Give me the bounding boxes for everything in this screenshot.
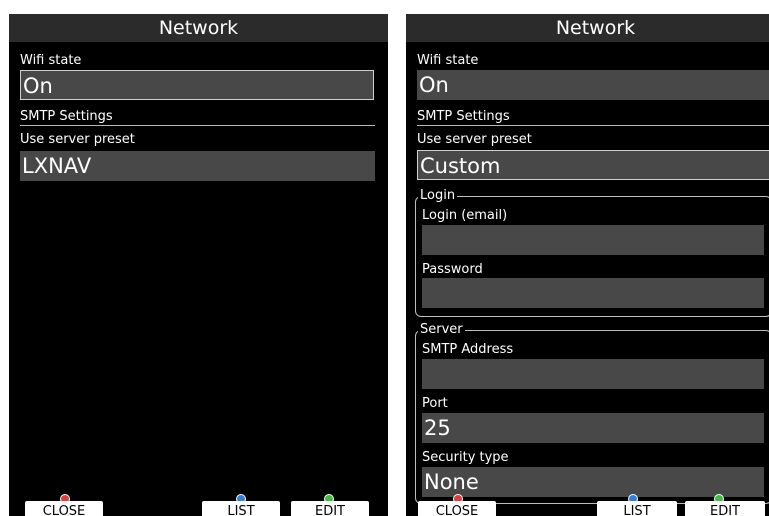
port-label: Port bbox=[422, 396, 448, 411]
smtp-address-label: SMTP Address bbox=[422, 342, 514, 357]
page-title: Network bbox=[158, 17, 239, 39]
edit-button[interactable]: EDIT bbox=[685, 501, 765, 516]
close-button[interactable]: CLOSE bbox=[418, 501, 496, 516]
wifi-state-label: Wifi state bbox=[417, 53, 479, 68]
divider bbox=[417, 125, 769, 126]
smtp-settings-label: SMTP Settings bbox=[20, 109, 113, 124]
server-group-title: Server bbox=[418, 322, 465, 337]
login-group-title: Login bbox=[418, 188, 458, 203]
password-field[interactable] bbox=[422, 278, 764, 308]
login-email-label: Login (email) bbox=[422, 208, 508, 223]
security-type-label: Security type bbox=[422, 450, 509, 465]
network-screen-right: Network Wifi state On SMTP Settings Use … bbox=[406, 14, 769, 516]
smtp-settings-label: SMTP Settings bbox=[417, 109, 510, 124]
divider bbox=[20, 125, 375, 126]
list-button[interactable]: LIST bbox=[597, 501, 677, 516]
server-preset-label: Use server preset bbox=[417, 132, 532, 147]
password-label: Password bbox=[422, 262, 483, 277]
title-bar: Network bbox=[406, 14, 769, 42]
list-button[interactable]: LIST bbox=[202, 501, 280, 516]
server-preset-field[interactable]: LXNAV bbox=[20, 151, 375, 181]
login-email-field[interactable] bbox=[422, 225, 764, 255]
server-preset-label: Use server preset bbox=[20, 132, 135, 147]
wifi-state-field[interactable]: On bbox=[20, 70, 374, 100]
security-type-field[interactable]: None bbox=[422, 467, 764, 497]
port-field[interactable]: 25 bbox=[422, 413, 764, 443]
close-button[interactable]: CLOSE bbox=[25, 501, 103, 516]
page-title: Network bbox=[555, 17, 636, 39]
smtp-address-field[interactable] bbox=[422, 359, 764, 389]
wifi-state-field[interactable]: On bbox=[417, 70, 769, 100]
title-bar: Network bbox=[9, 14, 388, 42]
server-preset-field[interactable]: Custom bbox=[417, 150, 769, 180]
network-screen-left: Network Wifi state On SMTP Settings Use … bbox=[9, 14, 388, 516]
edit-button[interactable]: EDIT bbox=[291, 501, 369, 516]
wifi-state-label: Wifi state bbox=[20, 53, 82, 68]
